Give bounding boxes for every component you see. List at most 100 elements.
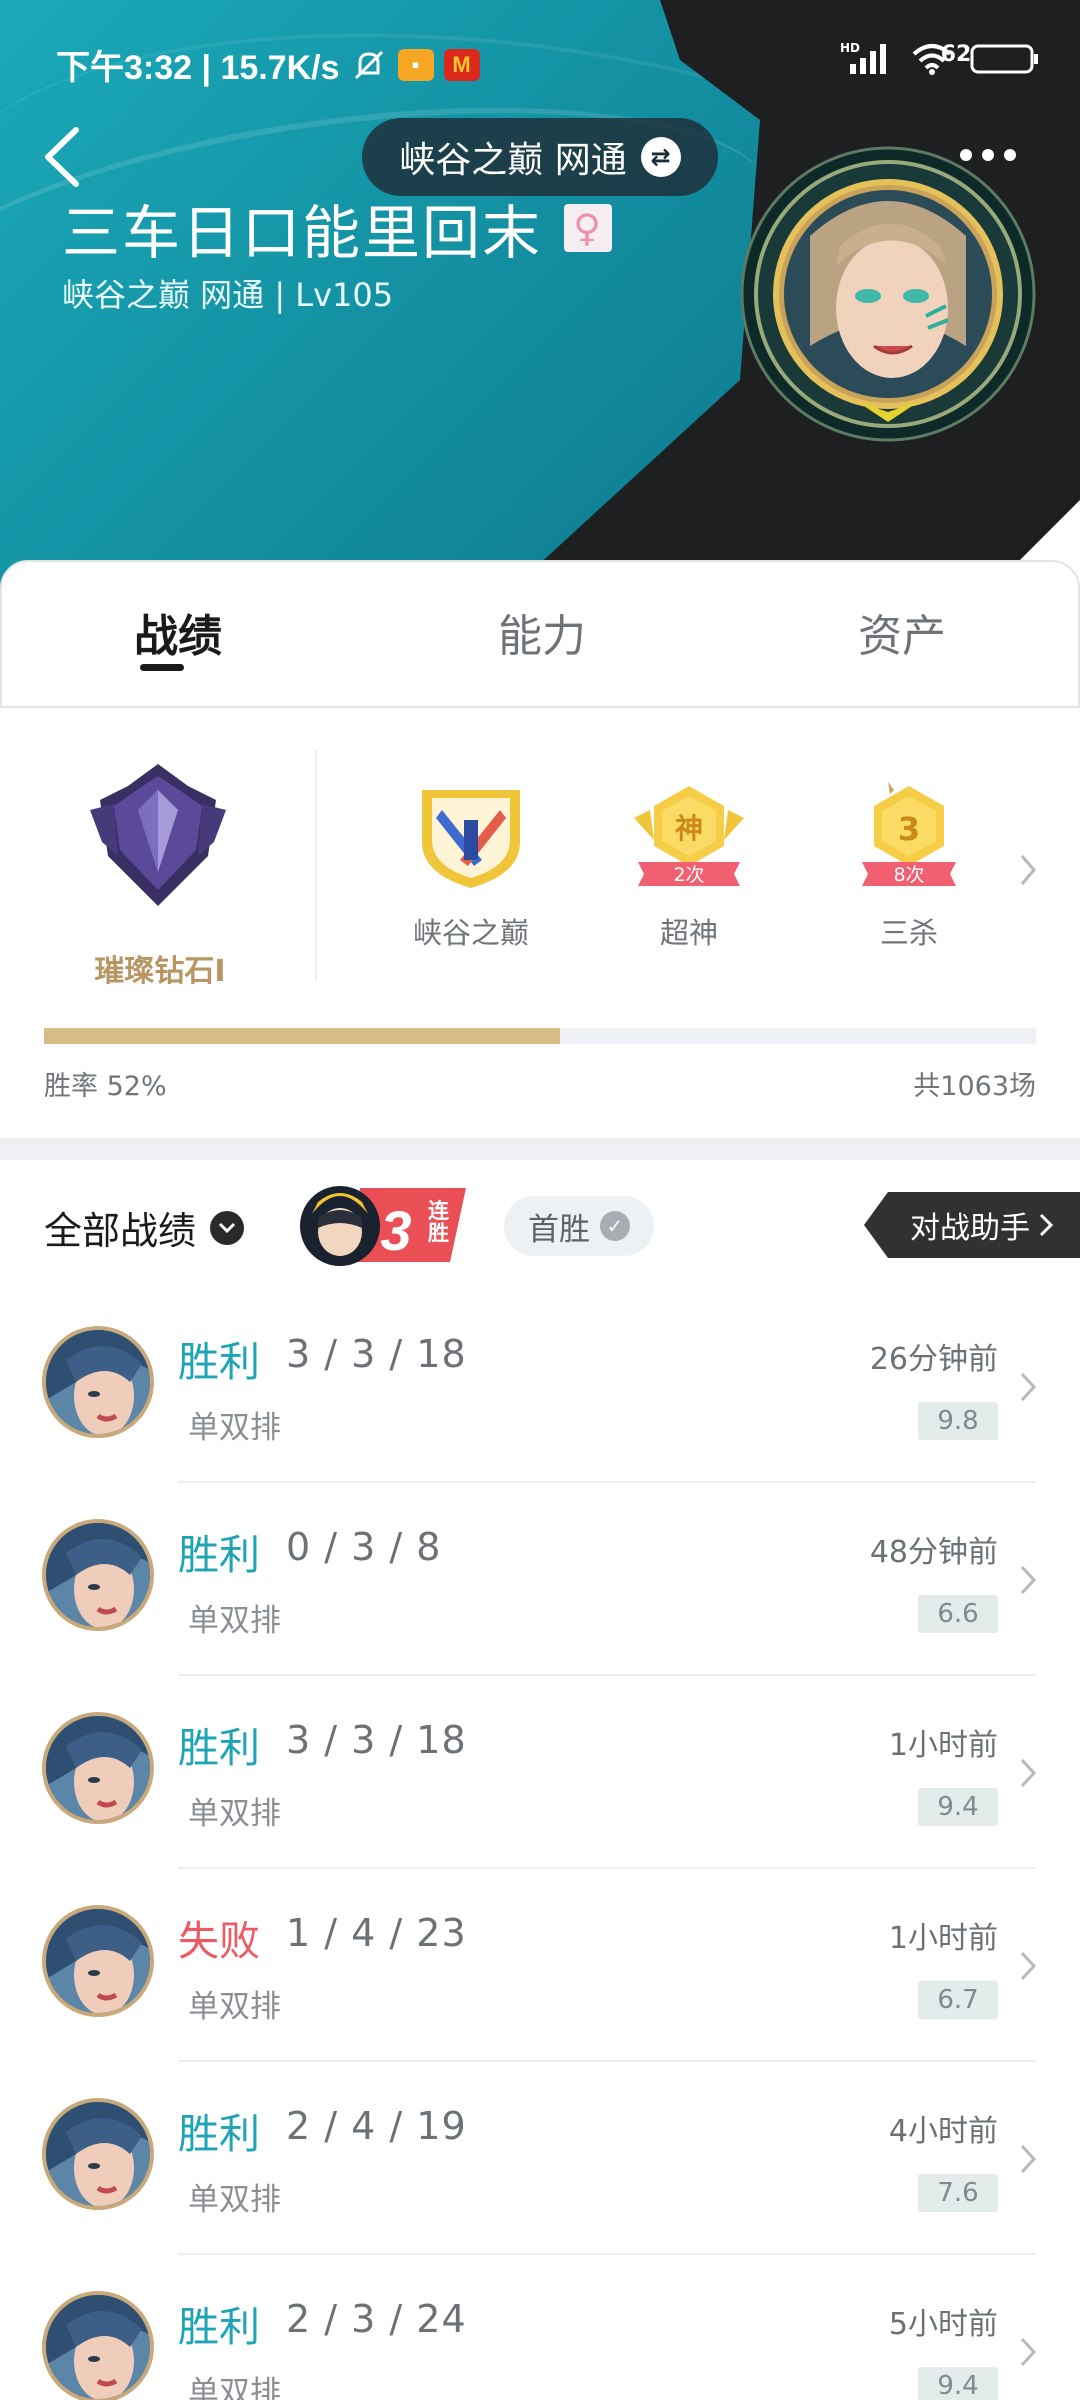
chevron-right-icon: [1020, 1951, 1037, 1981]
match-mode: 单双排: [188, 1603, 281, 1639]
chevron-right-icon: [1020, 1372, 1037, 1402]
match-result: 胜利: [178, 1338, 260, 1386]
badge-glyph: 3: [898, 810, 920, 848]
badge-count: 2次: [673, 864, 704, 886]
match-result: 胜利: [178, 2303, 260, 2351]
rank-tier-label: 璀璨钻石I: [94, 954, 226, 989]
chevron-right-icon: [1020, 1565, 1037, 1595]
hero-avatar: [42, 2098, 154, 2210]
win-rate-bar-fill: [44, 1028, 560, 1044]
match-kda: 0 / 3 / 8: [286, 1525, 442, 1569]
badge-label: 超神: [659, 916, 718, 950]
battle-assistant-label: 对战助手: [910, 1211, 1030, 1246]
female-gender-icon: ♀: [564, 204, 613, 252]
tab-assets[interactable]: 资产: [858, 600, 946, 664]
chevron-right-icon: [1020, 2144, 1037, 2174]
streak-sub-label: 连胜: [428, 1199, 449, 1245]
match-kda: 1 / 4 / 23: [286, 1911, 467, 1955]
status-bar: 下午3:32 | 15.7K/s ▪ M HD 62: [0, 0, 1080, 120]
diamond-rank-emblem[interactable]: [88, 760, 228, 910]
match-row[interactable]: 胜利 3 / 3 / 18 单双排 1小时前 9.4: [0, 1676, 1080, 1869]
badge-godlike[interactable]: 神 2次 超神: [624, 780, 754, 952]
match-time: 4小时前: [888, 2114, 998, 2149]
match-score: 9.8: [918, 1402, 998, 1440]
tab-records[interactable]: 战绩: [134, 600, 222, 664]
first-win-label: 首胜: [528, 1211, 590, 1248]
match-time: 26分钟前: [869, 1342, 998, 1377]
battery-level: 62: [940, 42, 972, 67]
match-mode: 单双排: [188, 1796, 281, 1832]
chevron-right-icon: [1020, 2337, 1037, 2367]
match-time: 1小时前: [888, 1921, 998, 1956]
match-score: 9.4: [918, 1788, 998, 1826]
match-mode: 单双排: [188, 2182, 281, 2218]
records-header: 全部战绩 3 连胜 首胜 ✓ 对战助手: [0, 1160, 1080, 1290]
badge-canyon-peak[interactable]: 峡谷之巅: [406, 780, 536, 952]
tab-ability[interactable]: 能力: [498, 600, 586, 664]
triple-kill-badge-icon: 3 8次: [862, 782, 956, 886]
swap-icon: ⇄: [640, 137, 681, 177]
match-time: 5小时前: [888, 2307, 998, 2342]
battle-assistant-button[interactable]: 对战助手: [864, 1192, 1080, 1258]
hero-avatar: [42, 1712, 154, 1824]
hero-avatar: [42, 1905, 154, 2017]
total-games: 共1063场: [913, 1071, 1036, 1102]
chevron-right-icon: [1039, 1213, 1054, 1237]
match-score: 9.4: [918, 2367, 998, 2400]
match-row[interactable]: 胜利 3 / 3 / 18 单双排 26分钟前 9.8: [0, 1290, 1080, 1483]
match-row[interactable]: 胜利 2 / 3 / 24 单双排 5小时前 9.4: [0, 2255, 1080, 2400]
match-row[interactable]: 胜利 2 / 4 / 19 单双排 4小时前 7.6: [0, 2062, 1080, 2255]
hero-avatar: [42, 2291, 154, 2400]
svg-text:HD: HD: [840, 41, 860, 55]
match-kda: 3 / 3 / 18: [286, 1332, 467, 1376]
records-filter-dropdown[interactable]: 全部战绩: [44, 1200, 245, 1255]
badge-triple-kill[interactable]: 3 8次 三杀: [844, 780, 974, 952]
chevron-right-icon[interactable]: [1016, 850, 1040, 890]
match-kda: 2 / 3 / 24: [286, 2297, 467, 2341]
crossed-swords-badge-icon: [422, 790, 520, 888]
win-rate-label: 胜率 52%: [44, 1071, 167, 1102]
match-list: 胜利 3 / 3 / 18 单双排 26分钟前 9.8 胜利 0 / 3 / 8 单双排 48分…: [0, 1290, 1080, 2400]
server-selector[interactable]: 峡谷之巅 网通 ⇄: [362, 118, 718, 196]
match-mode: 单双排: [188, 2375, 281, 2400]
match-score: 6.7: [918, 1981, 998, 2019]
match-mode: 单双排: [188, 1410, 281, 1446]
mcdonalds-icon: M: [443, 48, 480, 81]
badge-glyph: 神: [675, 812, 703, 845]
profile-header: 下午3:32 | 15.7K/s ▪ M HD 62 峡谷之巅 网通 ⇄ 三车日…: [0, 0, 1080, 600]
match-time: 48分钟前: [869, 1535, 998, 1570]
server-selector-label: 峡谷之巅 网通: [399, 140, 627, 181]
godlike-badge-icon: 神 2次: [634, 786, 744, 886]
tab-active-indicator: [140, 664, 184, 671]
hero-avatar: [42, 1326, 154, 1438]
first-win-tag[interactable]: 首胜 ✓: [504, 1196, 654, 1256]
status-time: 下午3:32 | 15.7K/s: [56, 49, 340, 87]
match-result: 胜利: [178, 2110, 260, 2158]
match-row[interactable]: 胜利 0 / 3 / 8 单双排 48分钟前 6.6: [0, 1483, 1080, 1676]
player-avatar[interactable]: [740, 146, 1036, 442]
badge-count: 8次: [893, 864, 924, 886]
badge-label: 三杀: [879, 916, 938, 950]
records-filter-label: 全部战绩: [44, 1209, 197, 1253]
tab-bar: 战绩 能力 资产: [0, 560, 1080, 708]
chevron-right-icon: [1020, 1758, 1037, 1788]
rank-section: 璀璨钻石I 峡谷之巅 神 2次 超神 3 8次 三杀 胜率 52% 共1063场: [0, 708, 1080, 1138]
match-kda: 2 / 4 / 19: [286, 2104, 467, 2148]
chevron-down-icon: [210, 1210, 245, 1245]
streak-count: 3: [380, 1199, 411, 1262]
hero-avatar: [42, 1519, 154, 1631]
match-score: 7.6: [918, 2174, 998, 2212]
back-arrow-icon[interactable]: [38, 122, 88, 192]
mute-bell-icon: [354, 50, 383, 79]
player-name: 三车日口能里回末 ♀: [62, 186, 613, 270]
match-mode: 单双排: [188, 1989, 281, 2025]
player-name-text: 三车日口能里回末: [62, 199, 543, 267]
player-server-level: 峡谷之巅 网通 | Lv105: [62, 276, 394, 314]
match-row[interactable]: 失败 1 / 4 / 23 单双排 1小时前 6.7: [0, 1869, 1080, 2062]
match-result: 胜利: [178, 1531, 260, 1579]
win-rate-bar: [44, 1028, 1036, 1044]
match-result: 胜利: [178, 1724, 260, 1772]
badge-label: 峡谷之巅: [412, 916, 529, 950]
match-kda: 3 / 3 / 18: [286, 1718, 467, 1762]
match-result: 失败: [178, 1917, 260, 1965]
